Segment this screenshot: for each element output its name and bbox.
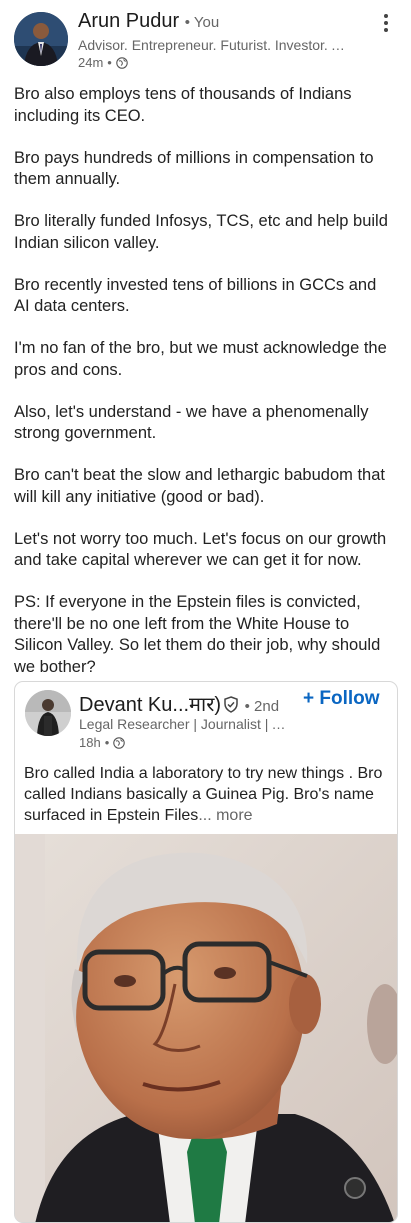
post-photo[interactable]: [15, 834, 397, 1223]
post-paragraph: Bro also employs tens of thousands of In…: [14, 85, 352, 125]
author-avatar[interactable]: [14, 12, 68, 66]
quoted-author-avatar[interactable]: [25, 690, 71, 736]
you-badge: • You: [184, 14, 220, 31]
meta-separator: •: [107, 55, 112, 70]
connection-degree: • 2nd: [244, 698, 280, 715]
author-name[interactable]: Arun Pudur: [78, 10, 179, 32]
follow-button[interactable]: + Follow: [303, 688, 380, 710]
verified-shield-icon: [224, 696, 238, 713]
see-more-link[interactable]: ... more: [198, 807, 252, 824]
globe-icon: [116, 56, 128, 69]
author-name-line: Arun Pudur • You: [78, 10, 219, 33]
quoted-author-headline: Legal Researcher | Journalist | Author: [79, 716, 289, 732]
quoted-author-name-line: Devant Ku...मार) • 2nd: [79, 690, 279, 717]
post-paragraph: Bro pays hundreds of millions in compens…: [14, 148, 374, 189]
globe-icon: [113, 736, 126, 749]
quoted-post-card[interactable]: Devant Ku...मार) • 2nd + Follow Legal Re…: [14, 681, 398, 1223]
post-paragraph: Bro literally funded Infosys, TCS, etc a…: [14, 212, 388, 252]
post-paragraph: Let's not worry too much. Let's focus on…: [14, 529, 387, 570]
post-paragraph: I'm no fan of the bro, but we must ackno…: [14, 339, 387, 379]
post-paragraph: Also, let's understand - we have a pheno…: [14, 402, 369, 443]
quoted-author-name[interactable]: Devant Ku...मार): [79, 694, 221, 716]
meta-separator: •: [104, 735, 110, 750]
post-time: 24m: [78, 55, 104, 70]
post-paragraph: Bro can't beat the slow and lethargic ba…: [14, 466, 385, 506]
post-paragraph: Bro recently invested tens of billions i…: [14, 275, 377, 316]
post-meta: 24m •: [78, 55, 128, 70]
post-header: Arun Pudur • You Advisor. Entrepreneur. …: [0, 0, 411, 80]
more-options-icon[interactable]: [376, 14, 396, 36]
quoted-post-meta: 18h •: [79, 735, 126, 750]
post-body: Bro also employs tens of thousands of In…: [14, 84, 394, 699]
quoted-post-time: 18h: [79, 735, 101, 750]
post-paragraph: PS: If everyone in the Epstein files is …: [14, 593, 381, 676]
quoted-post-text: Bro called India a laboratory to try new…: [24, 763, 392, 826]
author-headline: Advisor. Entrepreneur. Futurist. Investo…: [78, 37, 346, 53]
